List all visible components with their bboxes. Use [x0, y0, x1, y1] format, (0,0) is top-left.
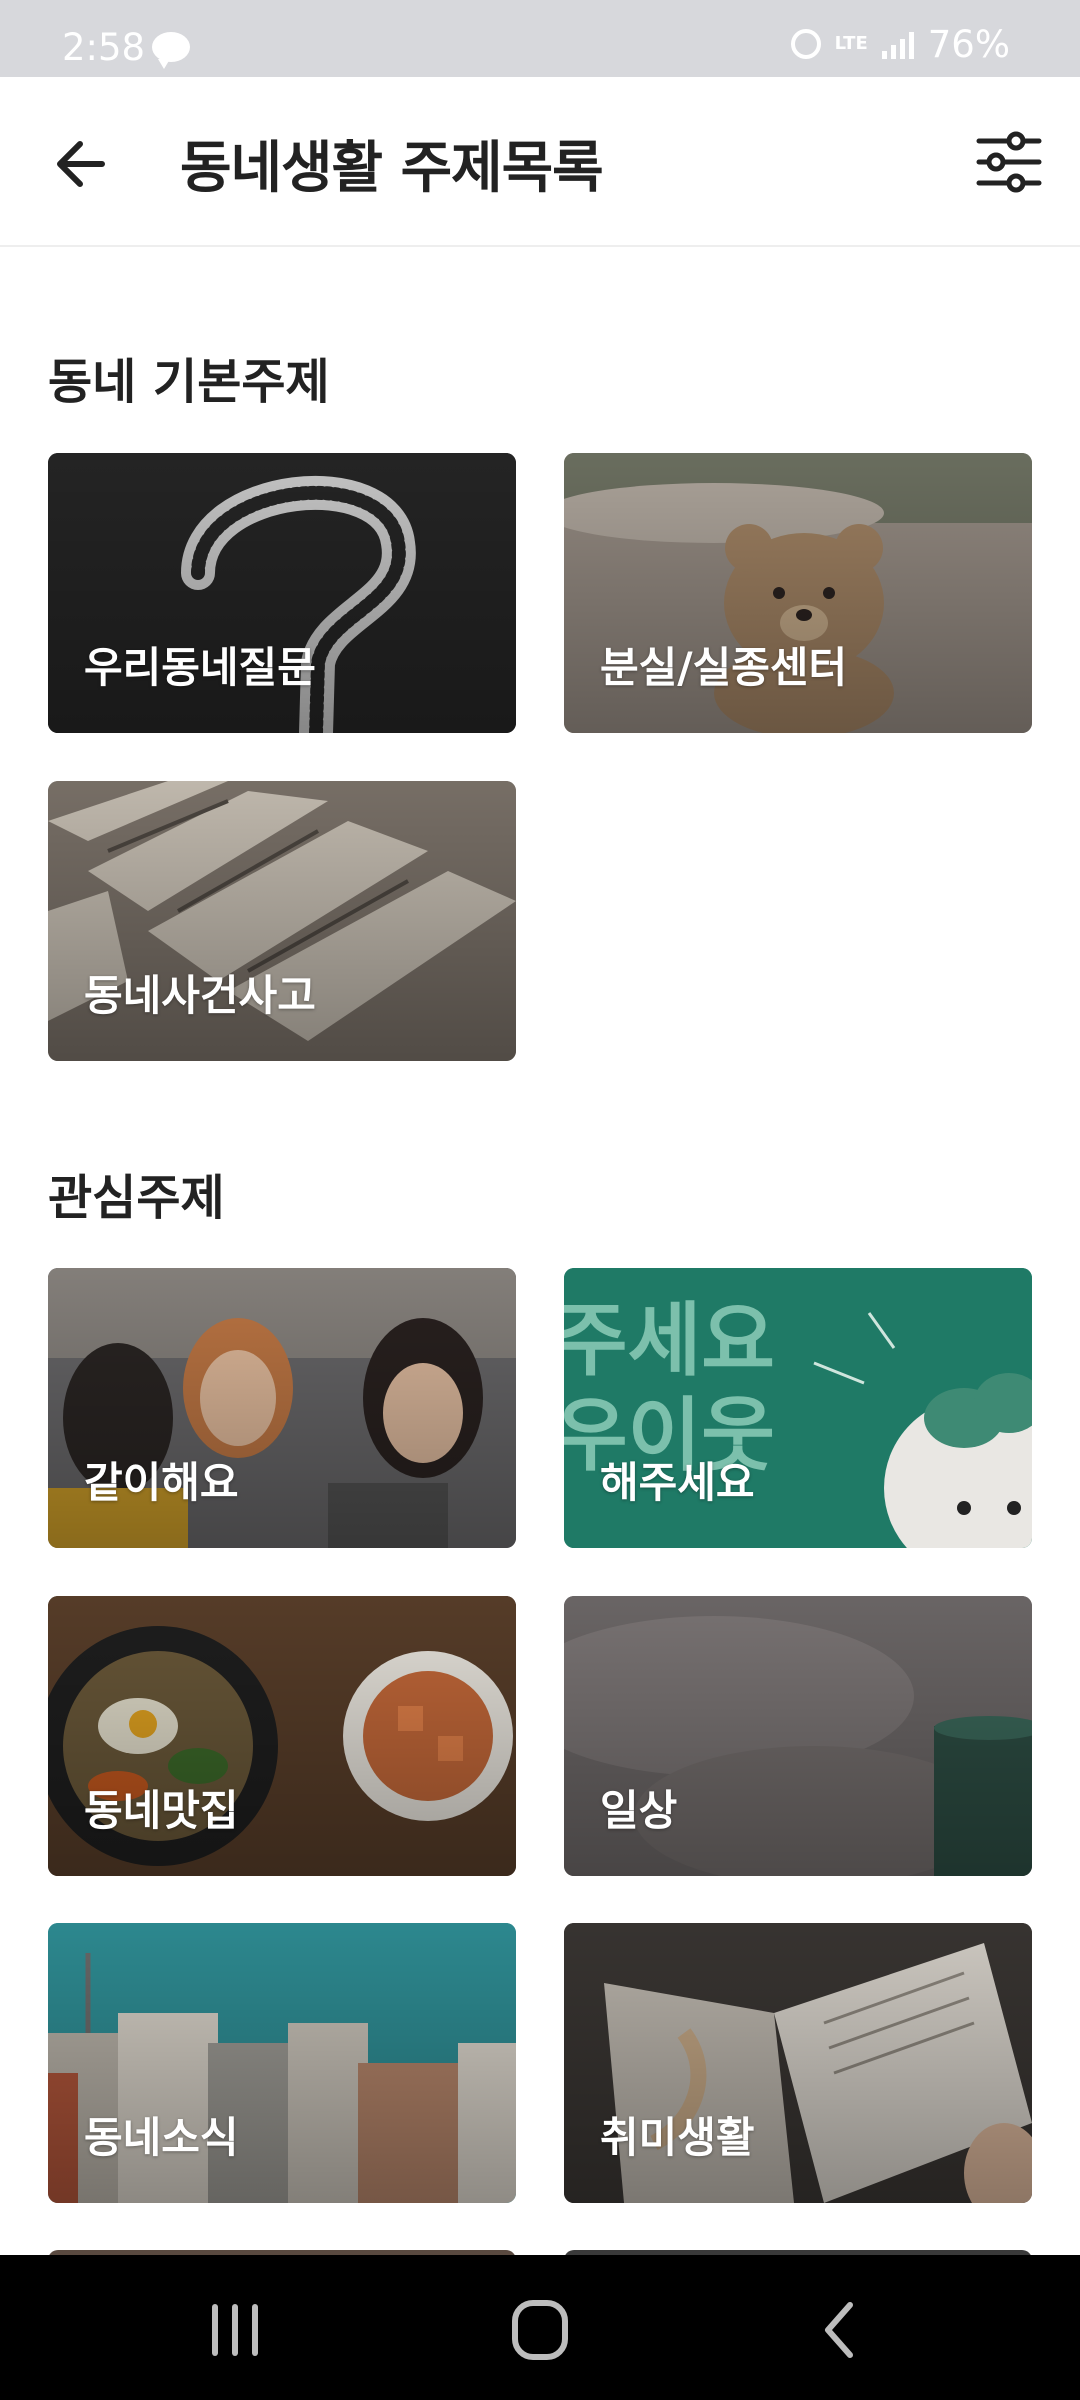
status-time: 2:58: [62, 26, 146, 69]
system-nav-bar: [0, 2255, 1080, 2400]
topic-card-hobbies[interactable]: 취미생활: [564, 1923, 1032, 2203]
section-title-interest: 관심주제: [48, 1170, 225, 1226]
topic-card-incidents[interactable]: 동네사건사고: [48, 781, 516, 1061]
kakaotalk-notification-icon: [152, 32, 190, 69]
topic-card-label: 같이해요: [84, 1458, 239, 1507]
section-title-basic: 동네 기본주제: [48, 354, 330, 410]
recent-apps-button[interactable]: [195, 2295, 275, 2365]
signal-icon: [881, 29, 914, 59]
sliders-icon: [976, 131, 1042, 193]
topic-card-label: 일상: [600, 1786, 678, 1835]
alarm-icon: [790, 29, 821, 59]
topic-card-daily-life[interactable]: 일상: [564, 1596, 1032, 1876]
topic-card-label: 동네사건사고: [84, 971, 316, 1020]
app-header: 동네생활 주제목록: [0, 77, 1080, 247]
topic-card-label: 분실/실종센터: [600, 643, 848, 692]
topic-card-please-help[interactable]: 주세요 우이웃 해주세요: [564, 1268, 1032, 1548]
topic-card-label: 해주세요: [600, 1458, 755, 1507]
topic-card-label: 우리동네질문: [84, 643, 316, 692]
battery-level: 76%: [927, 22, 1010, 66]
recent-apps-icon: [212, 2304, 258, 2356]
home-icon: [512, 2300, 568, 2360]
home-button[interactable]: [500, 2295, 580, 2365]
topic-card-label: 동네맛집: [84, 1786, 239, 1835]
topic-card-label: 취미생활: [600, 2113, 755, 2162]
topic-card-label: 동네소식: [84, 2113, 239, 2162]
filter-button[interactable]: [974, 127, 1044, 197]
system-back-button[interactable]: [800, 2295, 880, 2365]
topic-card-together[interactable]: 같이해요: [48, 1268, 516, 1548]
topic-card-local-news[interactable]: 동네소식: [48, 1923, 516, 2203]
back-button[interactable]: [50, 129, 120, 199]
page-title: 동네생활 주제목록: [180, 136, 604, 201]
arrow-left-icon: [57, 141, 105, 187]
lte-indicator: LTE: [834, 33, 868, 54]
topic-card-lost-found[interactable]: 분실/실종센터: [564, 453, 1032, 733]
nav-back-icon: [825, 2302, 853, 2358]
status-bar: 2:58 LTE 76%: [0, 0, 1080, 77]
topic-card-restaurants[interactable]: 동네맛집: [48, 1596, 516, 1876]
status-icons: LTE 76%: [790, 22, 1010, 66]
topic-card-neighborhood-question[interactable]: 우리동네질문: [48, 453, 516, 733]
